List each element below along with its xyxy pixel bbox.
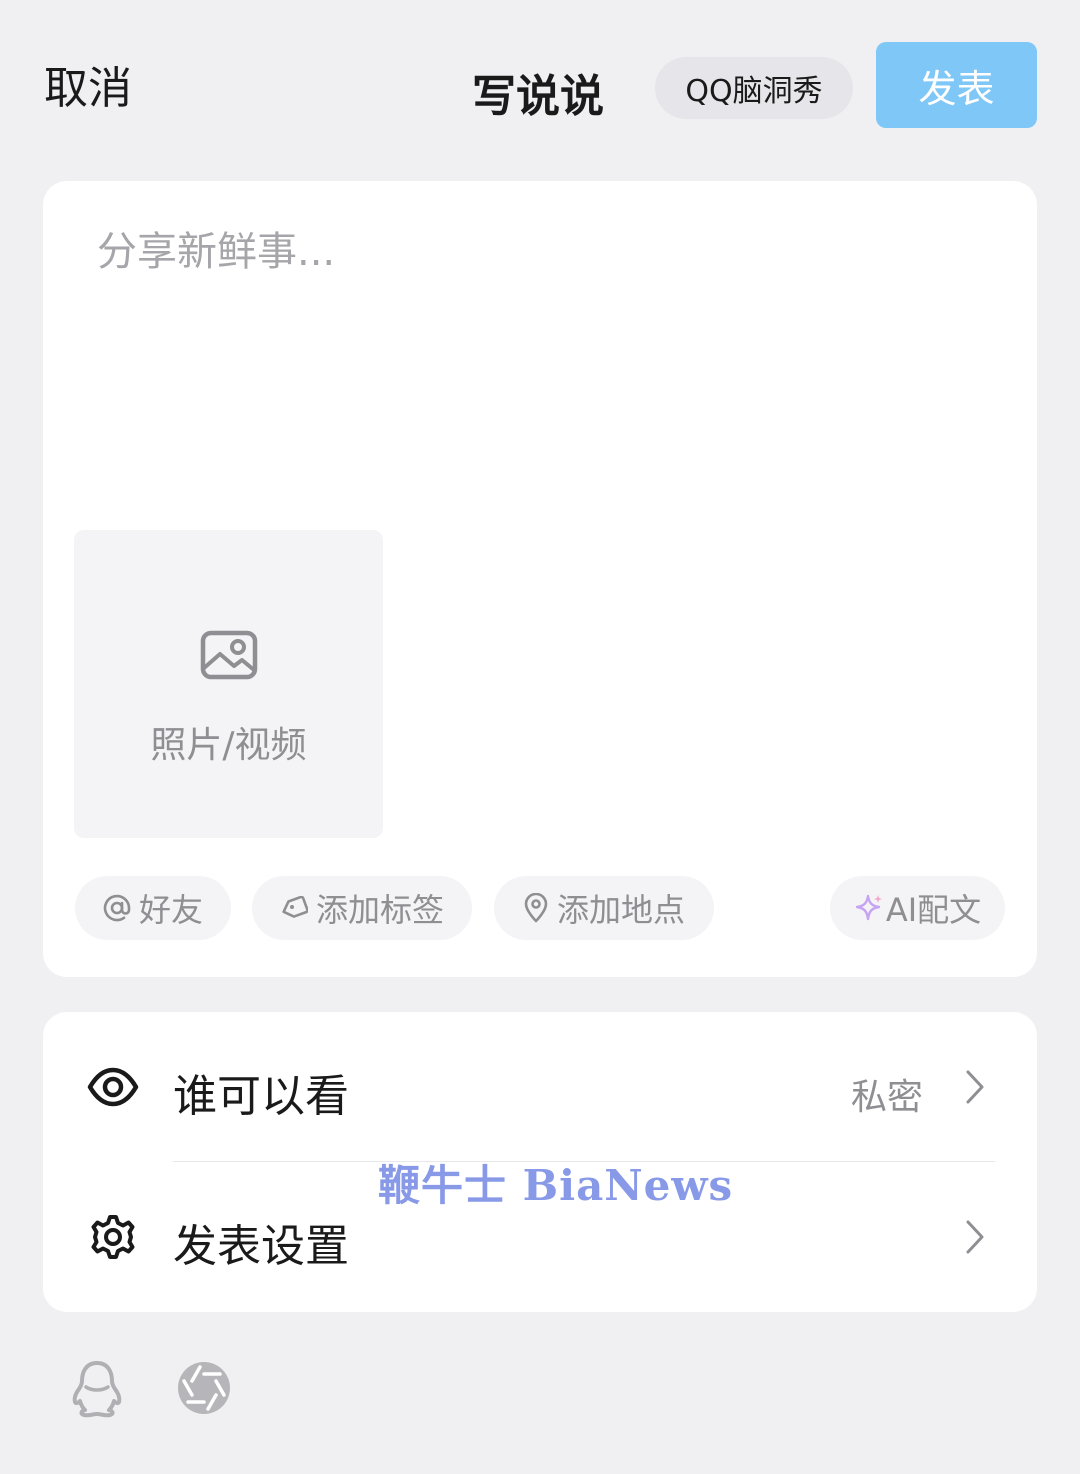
location-pin-icon <box>523 893 549 923</box>
chevron-right-icon <box>966 1070 984 1104</box>
who-can-see-label: 谁可以看 <box>173 1071 349 1122</box>
cancel-button[interactable]: 取消 <box>44 52 132 116</box>
who-can-see-row[interactable]: 谁可以看 私密 <box>43 1012 1037 1162</box>
qq-brain-show-button[interactable]: QQ脑洞秀 <box>655 57 853 119</box>
tag-chip-label: 添加标签 <box>315 891 444 929</box>
shutter-icon[interactable] <box>176 1360 232 1416</box>
page-title: 写说说 <box>472 71 604 122</box>
ai-caption-chip[interactable]: AI配文 <box>830 876 1005 940</box>
publish-label: 发表 <box>918 66 995 111</box>
friend-chip-label: 好友 <box>138 891 203 929</box>
add-tag-chip[interactable]: 添加标签 <box>252 876 472 940</box>
sparkle-icon <box>854 893 884 923</box>
mention-friend-chip[interactable]: 好友 <box>75 876 231 940</box>
visibility-value: 私密 <box>850 1077 923 1118</box>
at-icon <box>103 894 131 922</box>
add-location-chip[interactable]: 添加地点 <box>494 876 714 940</box>
add-photo-video-button[interactable]: 照片/视频 <box>74 530 383 838</box>
location-chip-label: 添加地点 <box>556 891 685 929</box>
publish-button[interactable]: 发表 <box>876 42 1037 128</box>
post-text-input[interactable] <box>97 219 977 509</box>
gear-icon <box>91 1215 135 1259</box>
eye-icon <box>87 1067 139 1107</box>
write-post-page: 取消 写说说 QQ脑洞秀 发表 照片/视频 好友 <box>0 0 1080 1474</box>
watermark: 鞭牛士 BiaNews <box>378 1161 734 1210</box>
publish-settings-label: 发表设置 <box>173 1221 349 1272</box>
qq-brain-show-label: QQ脑洞秀 <box>685 74 823 109</box>
tag-icon <box>280 896 308 920</box>
ai-caption-label: AI配文 <box>885 891 982 929</box>
chevron-right-icon <box>966 1220 984 1254</box>
image-icon <box>200 630 258 680</box>
qq-penguin-icon[interactable] <box>70 1360 124 1418</box>
compose-card: 照片/视频 好友 添加标签 <box>43 181 1037 977</box>
photo-video-label: 照片/视频 <box>150 725 307 766</box>
